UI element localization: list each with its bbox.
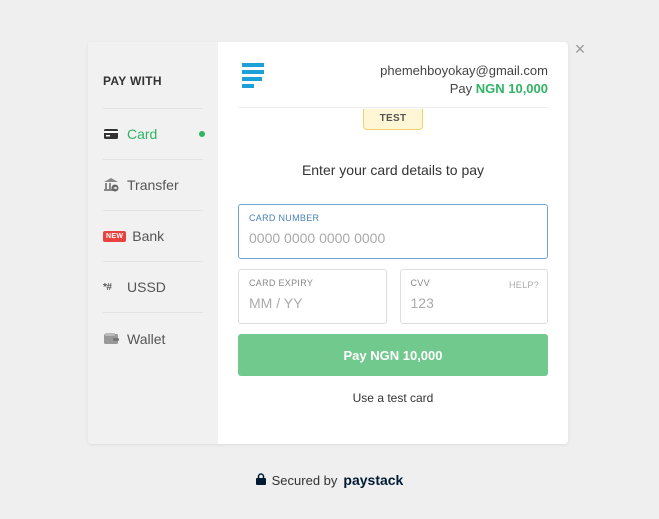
- customer-info: phemehboyokay@gmail.com Pay NGN 10,000: [380, 63, 548, 96]
- sidebar-item-label: Card: [127, 126, 158, 142]
- sidebar-item-label: Bank: [132, 228, 165, 244]
- lock-icon: [255, 472, 266, 488]
- ussd-icon: *#: [103, 281, 112, 293]
- secured-by-text: Secured by: [271, 472, 338, 488]
- customer-email: phemehboyokay@gmail.com: [380, 63, 548, 78]
- pay-amount: NGN 10,000: [475, 81, 548, 96]
- card-icon: [103, 127, 119, 141]
- bank-transfer-icon: [103, 178, 119, 192]
- sidebar-item-ussd[interactable]: *# USSD: [103, 262, 203, 313]
- card-expiry-input[interactable]: [249, 295, 376, 311]
- sidebar-title: PAY WITH: [103, 42, 203, 109]
- cvv-field[interactable]: CVV HELP?: [399, 269, 548, 324]
- sidebar-item-label: Wallet: [127, 330, 166, 347]
- payment-modal: PAY WITH Card Transfer NEW Bank *# USSD: [88, 42, 568, 444]
- secured-by-footer: Secured by paystack: [0, 472, 659, 488]
- sidebar-item-bank[interactable]: NEW Bank: [103, 211, 203, 262]
- sidebar-item-transfer[interactable]: Transfer: [103, 160, 203, 211]
- card-number-label: CARD NUMBER: [249, 213, 320, 223]
- card-number-field[interactable]: CARD NUMBER: [238, 204, 548, 259]
- card-expiry-field[interactable]: CARD EXPIRY: [238, 269, 387, 324]
- use-test-card-link[interactable]: Use a test card: [238, 391, 548, 405]
- sidebar-item-card[interactable]: Card: [103, 109, 205, 160]
- wallet-icon: [103, 332, 119, 346]
- cvv-help-link[interactable]: HELP?: [509, 280, 539, 290]
- sidebar-item-label: USSD: [127, 279, 166, 295]
- pay-button[interactable]: Pay NGN 10,000: [238, 334, 548, 376]
- test-mode-badge: TEST: [363, 109, 423, 130]
- card-payment-panel: phemehboyokay@gmail.com Pay NGN 10,000 T…: [218, 42, 568, 444]
- active-indicator: [199, 131, 205, 137]
- paystack-logo: paystack: [343, 472, 404, 488]
- pay-prefix: Pay: [449, 81, 473, 96]
- pay-amount-line: Pay NGN 10,000: [380, 81, 548, 96]
- merchant-logo-icon: [242, 63, 266, 88]
- cvv-input[interactable]: [410, 295, 537, 311]
- sidebar-item-label: Transfer: [127, 177, 179, 193]
- form-prompt: Enter your card details to pay: [301, 162, 485, 178]
- card-expiry-label: CARD EXPIRY: [249, 278, 314, 288]
- expiry-cvv-row: CARD EXPIRY CVV HELP?: [238, 269, 548, 324]
- sidebar-item-wallet[interactable]: Wallet: [103, 313, 203, 364]
- card-number-input[interactable]: [249, 230, 537, 246]
- checkout-header: phemehboyokay@gmail.com Pay NGN 10,000: [238, 42, 548, 108]
- new-badge: NEW: [103, 230, 127, 242]
- payment-method-sidebar: PAY WITH Card Transfer NEW Bank *# USSD: [88, 42, 218, 444]
- close-icon[interactable]: ×: [573, 40, 587, 58]
